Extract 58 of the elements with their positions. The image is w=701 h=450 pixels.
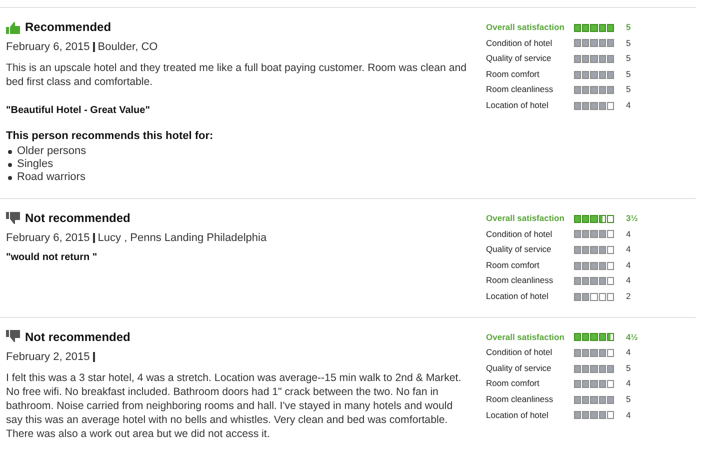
rating-score: 5: [626, 84, 632, 96]
rating-label: Quality of service: [486, 362, 552, 374]
rating-score: 5: [626, 362, 632, 374]
rating-label: Location of hotel: [486, 410, 550, 422]
rating-score: 4: [626, 228, 632, 240]
rating-label: Room cleanliness: [486, 394, 554, 406]
rating-score: 5: [626, 38, 632, 50]
rating-score: 4: [626, 378, 632, 390]
rating-label: Quality of service: [486, 53, 552, 65]
review-verdict: Not recommended: [25, 211, 130, 225]
separator: [92, 352, 95, 362]
rating-score: 4½: [626, 332, 639, 344]
rating-score: 5: [626, 68, 632, 80]
review-date: February 6, 2015: [6, 41, 90, 53]
rating-label: Room cleanliness: [486, 275, 554, 287]
rating-label: Location of hotel: [486, 290, 550, 303]
rating-label: Overall satisfaction: [486, 22, 566, 34]
review-verdict: Recommended: [25, 20, 112, 34]
rating-label: Condition of hotel: [486, 228, 554, 240]
separator: [92, 42, 95, 52]
rating-label: Location of hotel: [486, 100, 550, 112]
rating-label: Room comfort: [486, 260, 540, 272]
review-verdict: Not recommended: [25, 330, 130, 344]
rating-score: 2: [626, 290, 632, 303]
rating-score: 4: [626, 260, 632, 272]
rating-score: 5: [626, 53, 632, 65]
bullet-icon: [8, 162, 12, 166]
separator: [92, 233, 95, 243]
rating-label: Room cleanliness: [486, 84, 554, 96]
reviewer-name: Lucy , Penns Landing Philadelphia: [98, 232, 267, 244]
review-text: This is an upscale hotel and they treated me like a full boat paying customer. Room was clean and bed first class and comfortable.: [6, 61, 468, 89]
review-date: February 2, 2015: [6, 350, 90, 363]
rating-label: Overall satisfaction: [486, 213, 566, 225]
bullet-icon: [8, 176, 12, 180]
review-title: "Beautiful Hotel - Great Value": [6, 105, 150, 116]
rating-score: 4: [626, 244, 632, 256]
review-title: "would not return ": [6, 252, 98, 263]
rating-label: Room comfort: [486, 68, 540, 80]
recommended-for-item: Older persons: [17, 145, 86, 158]
rating-score: 5: [626, 22, 632, 34]
rating-label: Quality of service: [486, 244, 552, 256]
reviewer-name: Boulder, CO: [98, 41, 158, 53]
recommended-for-item: Singles: [17, 158, 54, 171]
rating-label: Room comfort: [486, 378, 540, 390]
rating-label: Condition of hotel: [486, 347, 554, 359]
recommended-for-item: Road warriors: [17, 171, 86, 184]
rating-label: Condition of hotel: [486, 38, 554, 50]
review-text: I felt this was a 3 star hotel, 4 was a stretch. Location was average--15 min walk to 2nd & Market. No free wifi. No breakfast included. Bathroom doors had 1" crack between the two. No fan in bathroom. Noise carried from neighboring rooms and hall. I've stayed in many hotels and would say this was an average hotel with no bells and whistles. Very clean and bed was comfortable. There was also a work out area but we did not access it.: [6, 370, 462, 441]
rating-score: 4: [626, 275, 632, 287]
rating-score: 4: [626, 347, 632, 359]
rating-label: Overall satisfaction: [486, 332, 566, 344]
review-date: February 6, 2015: [6, 232, 90, 244]
rating-score: 5: [626, 394, 632, 406]
bullet-icon: [8, 150, 12, 154]
rating-score: 3½: [626, 213, 639, 225]
rating-score: 4: [626, 410, 632, 422]
rating-score: 4: [626, 100, 632, 112]
recommends-heading: This person recommends this hotel for:: [6, 130, 214, 142]
